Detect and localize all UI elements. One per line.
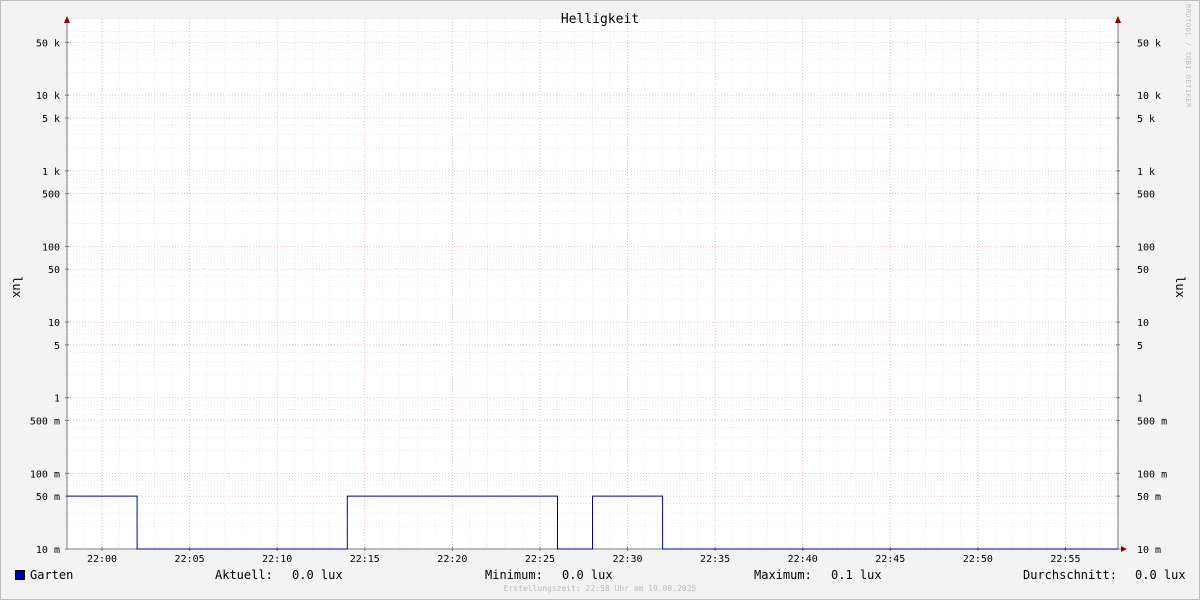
legend-series-name: Garten [30,568,74,582]
chart-title: Helligkeit [561,12,639,27]
y-tick-label-left: 100 m [30,469,60,480]
y-tick-label-left: 500 m [30,416,60,427]
y-tick-label-left: 50 [48,265,60,276]
x-tick-label: 22:30 [612,554,642,565]
x-tick-label: 22:15 [350,554,380,565]
y-tick-label-right: 1 k [1137,167,1155,178]
x-tick-label: 22:05 [175,554,205,565]
y-tick-label-right: 500 m [1137,416,1167,427]
footer-timestamp: Erstellungszeit: 22:58 Uhr am 19.08.2025 [503,584,697,593]
watermark: RRDTOOL / TOBI OETIKER [1184,4,1192,108]
x-tick-label: 22:50 [963,554,993,565]
x-tick-label: 22:20 [437,554,467,565]
x-tick-label: 22:10 [262,554,292,565]
y-tick-label-left: 500 [42,190,60,201]
grid [66,19,1119,550]
brightness-chart: 50 k 50 k 10 k 10 k 5 k 5 k 1 k 1 k 500 500 100 100… [10,12,1187,565]
x-tick-label: 22:00 [87,554,117,565]
y-tick-label-right: 100 [1137,242,1155,253]
legend: Garten Aktuell: 0.0 lux Minimum: 0.0 lux… [0,566,1200,586]
x-tick-label: 22:45 [875,554,905,565]
y-tick-label-right: 50 k [1137,38,1161,49]
legend-avg-value: 0.0 lux [1135,568,1186,582]
legend-min-label: Minimum: [485,568,543,582]
x-axis-arrow [1121,546,1127,552]
y-tick-label-right: 10 k [1137,91,1161,102]
y-tick-label-left: 5 [54,341,60,352]
y-tick-label-left: 10 m [36,545,60,556]
y-tick-label-right: 100 m [1137,469,1167,480]
y-axis-label-left: lux [10,276,24,298]
y-tick-label-right: 50 m [1137,492,1161,503]
legend-min-value: 0.0 lux [562,568,613,582]
y-tick-label-left: 1 [54,394,60,405]
x-tick-label: 22:55 [1050,554,1080,565]
y-tick-label-left: 5 k [42,114,60,125]
legend-max-value: 0.1 lux [831,568,882,582]
y-tick-label-left: 10 [48,318,60,329]
y-tick-label-right: 50 [1137,265,1149,276]
x-tick-label: 22:40 [788,554,818,565]
y-tick-label-right: 1 [1137,394,1143,405]
y-tick-label-left: 100 [42,242,60,253]
y-tick-label-left: 50 m [36,492,60,503]
x-tick-label: 22:25 [525,554,555,565]
y-tick-label-right: 10 [1137,318,1149,329]
y-axis-label-right: lux [1173,276,1187,298]
y-tick-label-left: 10 k [36,91,60,102]
legend-swatch-garten [15,570,25,580]
legend-max-label: Maximum: [754,568,812,582]
y-tick-label-right: 10 m [1137,545,1161,556]
y-tick-label-right: 500 [1137,190,1155,201]
legend-current-value: 0.0 lux [292,568,343,582]
y-tick-label-left: 1 k [42,167,60,178]
legend-avg-label: Durchschnitt: [1023,568,1117,582]
y-tick-label-left: 50 k [36,38,60,49]
x-tick-label: 22:35 [700,554,730,565]
y-tick-label-right: 5 [1137,341,1143,352]
legend-current-label: Aktuell: [215,568,273,582]
y-tick-label-right: 5 k [1137,114,1155,125]
